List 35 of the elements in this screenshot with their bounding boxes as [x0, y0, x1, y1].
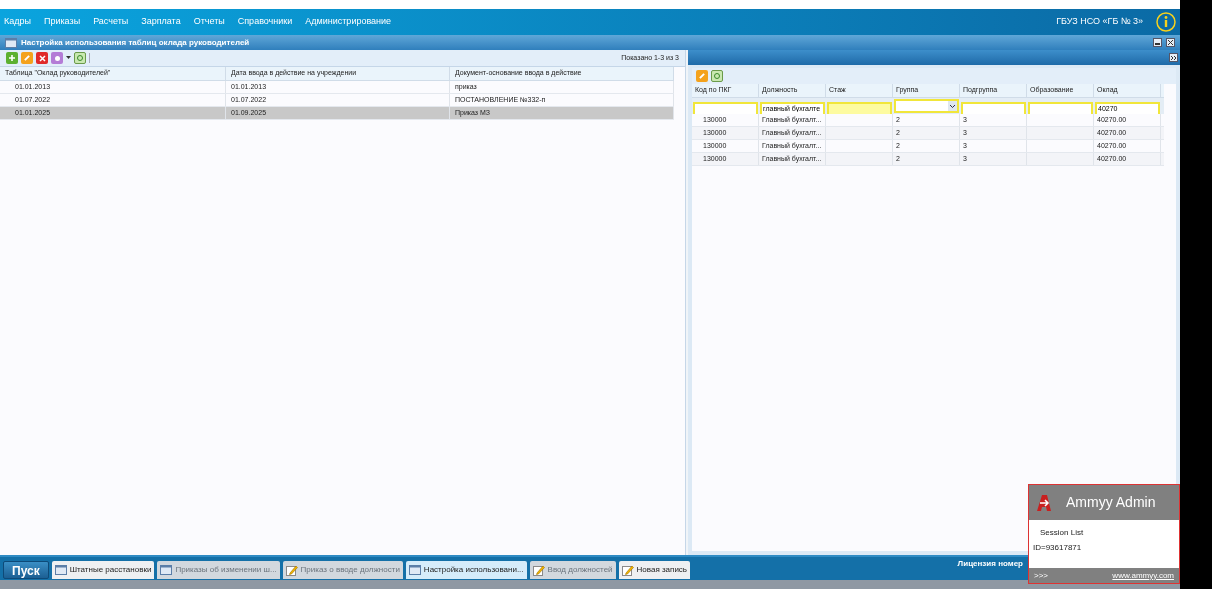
chevron-down-icon — [948, 101, 957, 111]
website-link[interactable]: www.ammyy.com — [1112, 569, 1174, 582]
taskbar-tab[interactable]: Настройка использовани... — [405, 561, 527, 579]
info-icon[interactable] — [1156, 12, 1176, 32]
menu-item[interactable]: Администрирование — [305, 15, 392, 29]
expand-icon[interactable] — [1169, 53, 1178, 62]
taskbar-tab[interactable]: Новая запись — [618, 561, 691, 579]
filter-input[interactable] — [1028, 101, 1093, 116]
add-icon[interactable] — [6, 52, 18, 64]
window-icon — [160, 565, 173, 575]
license-text: Лицензия номер — [957, 558, 1023, 570]
close-icon[interactable] — [1166, 38, 1175, 47]
pencil-icon[interactable] — [21, 52, 33, 64]
window-title: Настройка использования таблиц оклада руководителей — [21, 36, 250, 49]
filter-input[interactable] — [827, 101, 892, 116]
pencil-icon — [532, 564, 545, 576]
logo-icon — [1034, 492, 1054, 513]
expand-button[interactable]: >>> — [1034, 569, 1048, 582]
window-icon — [54, 565, 67, 575]
pencil-icon[interactable] — [696, 70, 708, 82]
session-list-link[interactable]: Session List — [1033, 527, 1175, 539]
filter-input[interactable] — [961, 101, 1026, 116]
popup-title: Ammyy Admin — [1066, 493, 1156, 512]
delete-icon[interactable] — [36, 52, 48, 64]
session-id: ID=93617871 — [1033, 542, 1083, 554]
window-icon — [5, 37, 17, 48]
organization-name: ГБУЗ НСО «ГБ № 3» — [1056, 15, 1143, 29]
caret-icon[interactable] — [66, 56, 71, 60]
start-button[interactable]: Пуск — [3, 561, 49, 579]
minimize-icon[interactable] — [1153, 38, 1162, 47]
taskbar-tab[interactable]: Штатные расстановки — [51, 561, 155, 579]
window-icon — [408, 565, 421, 575]
pencil-icon — [285, 564, 298, 576]
filter-input[interactable] — [693, 101, 758, 116]
pencil-icon — [621, 564, 634, 576]
